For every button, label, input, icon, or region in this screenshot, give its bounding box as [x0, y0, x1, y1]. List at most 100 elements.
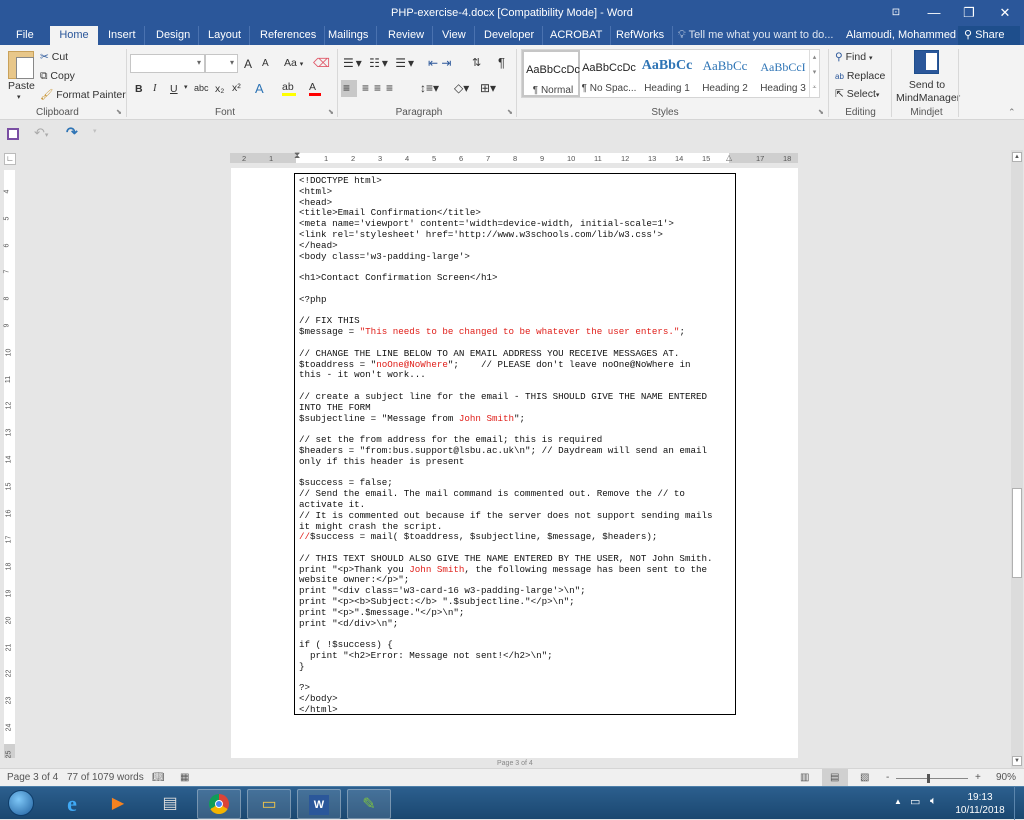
- copy-button[interactable]: ⧉ Copy: [40, 70, 75, 83]
- close-button[interactable]: ✕: [993, 4, 1017, 22]
- shrink-font-button[interactable]: A: [262, 58, 269, 69]
- cut-button[interactable]: ✂ Cut: [40, 51, 68, 63]
- shading-button[interactable]: ◇▾: [454, 81, 469, 95]
- change-case-button[interactable]: Aa ▾: [284, 57, 303, 69]
- tab-insert[interactable]: Insert: [100, 26, 145, 45]
- customize-qat-icon[interactable]: ▾: [93, 127, 97, 135]
- scroll-thumb[interactable]: [1012, 488, 1022, 578]
- tab-review[interactable]: Review: [380, 26, 434, 45]
- word-taskbar-icon[interactable]: W: [297, 789, 341, 819]
- tab-developer[interactable]: Developer: [476, 26, 544, 45]
- horizontal-ruler[interactable]: ⧗ △ 2 1 1 2 3 4 5 6 7 8 9 10 11 12 13 14 15 17 18: [230, 150, 798, 163]
- macro-record-icon[interactable]: ▦: [180, 772, 189, 783]
- chrome-icon[interactable]: [197, 789, 241, 819]
- show-hidden-icons[interactable]: ▲: [894, 797, 902, 806]
- vertical-scrollbar[interactable]: ▲ ▼: [1011, 150, 1023, 768]
- file-explorer-icon[interactable]: ▭: [247, 789, 291, 819]
- media-player-icon[interactable]: ▶: [96, 789, 140, 819]
- tab-acrobat[interactable]: ACROBAT: [542, 26, 612, 45]
- read-mode-icon[interactable]: ▥: [800, 772, 809, 783]
- style-no-spacing[interactable]: AaBbCcDc ¶ No Spac...: [580, 50, 638, 97]
- start-button[interactable]: [0, 789, 42, 819]
- show-desktop-button[interactable]: [1014, 787, 1024, 820]
- zoom-in-button[interactable]: +: [975, 772, 981, 783]
- indent-marker-icon[interactable]: ⧗: [294, 150, 300, 161]
- font-launcher-icon[interactable]: ⬊: [328, 108, 334, 116]
- style-heading-1[interactable]: AaBbCc Heading 1: [638, 50, 696, 97]
- clipboard-launcher-icon[interactable]: ⬊: [116, 108, 122, 116]
- font-name-combo[interactable]: ▾: [130, 54, 205, 73]
- styles-scroll[interactable]: ▴ ▾ ⩡: [809, 50, 819, 97]
- align-buttons[interactable]: ≡≡≡: [362, 81, 398, 95]
- zoom-slider-thumb[interactable]: [926, 774, 930, 783]
- tab-design[interactable]: Design: [148, 26, 200, 45]
- collapse-ribbon-icon[interactable]: ⌃: [1008, 107, 1016, 118]
- font-color-button[interactable]: A: [309, 81, 321, 96]
- internet-explorer-icon[interactable]: e: [50, 789, 94, 819]
- superscript-button[interactable]: x²: [232, 82, 241, 94]
- tab-file[interactable]: File: [8, 26, 42, 45]
- paragraph-launcher-icon[interactable]: ⬊: [507, 108, 513, 116]
- text-effects-button[interactable]: A: [255, 81, 264, 96]
- line-spacing-button[interactable]: ↕≡▾: [420, 81, 439, 95]
- strikethrough-button[interactable]: abc: [194, 83, 209, 93]
- tab-home[interactable]: Home: [50, 26, 98, 45]
- window-app-icon[interactable]: ▤: [148, 789, 192, 819]
- scroll-down-button[interactable]: ▼: [1012, 756, 1022, 766]
- undo-icon[interactable]: ↶▾: [34, 125, 48, 141]
- borders-button[interactable]: ⊞▾: [480, 81, 496, 95]
- format-painter-button[interactable]: 🖌︎ Format Painter: [40, 88, 126, 101]
- paste-button[interactable]: Paste: [8, 80, 35, 92]
- save-icon[interactable]: [7, 128, 19, 140]
- volume-icon[interactable]: 🔈︎: [930, 795, 937, 808]
- find-button[interactable]: ⚲ Find ▾: [835, 51, 873, 63]
- send-to-mindmanager-button[interactable]: Send to MindManager: [896, 79, 960, 105]
- style-heading-3[interactable]: AaBbCcI Heading 3: [754, 50, 812, 97]
- notepad-app-icon[interactable]: ✎: [347, 789, 391, 819]
- styles-launcher-icon[interactable]: ⬊: [818, 108, 824, 116]
- redo-icon[interactable]: ↷: [66, 124, 78, 141]
- indent-buttons[interactable]: ⇤ ⇥: [428, 56, 451, 70]
- minimize-button[interactable]: —: [922, 4, 946, 22]
- grow-font-button[interactable]: A: [244, 57, 252, 71]
- show-formatting-button[interactable]: ¶: [498, 55, 505, 70]
- paste-dropdown-icon[interactable]: ▾: [17, 93, 21, 101]
- right-indent-marker-icon[interactable]: △: [726, 153, 732, 162]
- list-buttons[interactable]: ☰▾ ☷▾ ☰▾: [343, 56, 416, 70]
- tab-references[interactable]: References: [252, 26, 326, 45]
- underline-dropdown-icon[interactable]: ▾: [184, 83, 188, 91]
- style-heading-2[interactable]: AaBbCc Heading 2: [696, 50, 754, 97]
- page-count[interactable]: Page 3 of 4: [7, 772, 58, 783]
- zoom-out-button[interactable]: -: [886, 772, 889, 783]
- subscript-button[interactable]: x₂: [215, 83, 224, 95]
- bold-button[interactable]: B: [135, 83, 143, 95]
- italic-button[interactable]: I: [153, 83, 157, 94]
- tab-mailings[interactable]: Mailings: [320, 26, 378, 45]
- share-button[interactable]: ⚲ Share: [958, 26, 1020, 45]
- web-layout-icon[interactable]: ▧: [860, 772, 869, 783]
- clear-formatting-icon[interactable]: ⌫: [313, 56, 330, 70]
- clock[interactable]: 19:13 10/11/2018: [950, 791, 1010, 817]
- tell-me-search[interactable]: 💡︎ Tell me what you want to do...: [678, 26, 833, 45]
- vertical-ruler[interactable]: 4 5 6 7 8 9 10 11 12 13 14 15 16 17 18 19 20 21 22 23 24 25: [3, 170, 15, 758]
- network-icon[interactable]: ▭: [910, 795, 920, 808]
- zoom-level[interactable]: 90%: [996, 772, 1016, 783]
- replace-button[interactable]: ab Replace: [835, 70, 885, 82]
- tab-selector[interactable]: ∟: [4, 153, 16, 165]
- underline-button[interactable]: U: [170, 83, 178, 95]
- user-account[interactable]: Alamoudi, Mohammed 4: [846, 26, 965, 45]
- zoom-slider[interactable]: [896, 774, 968, 783]
- ribbon-display-options-icon[interactable]: ⊡: [884, 4, 908, 22]
- proofing-icon[interactable]: 📖︎: [152, 772, 165, 783]
- sort-icon[interactable]: ⇅: [472, 56, 481, 69]
- tab-view[interactable]: View: [434, 26, 475, 45]
- highlight-color-button[interactable]: ab: [282, 81, 296, 96]
- restore-button[interactable]: ❐: [957, 4, 981, 22]
- tab-layout[interactable]: Layout: [200, 26, 251, 45]
- tab-refworks[interactable]: RefWorks: [608, 26, 674, 45]
- word-count[interactable]: 77 of 1079 words: [67, 772, 144, 783]
- select-button[interactable]: ⇱ Select▾: [835, 88, 879, 100]
- font-size-combo[interactable]: ▾: [205, 54, 238, 73]
- scroll-up-button[interactable]: ▲: [1012, 152, 1022, 162]
- style-normal[interactable]: AaBbCcDc ¶ Normal: [522, 50, 580, 97]
